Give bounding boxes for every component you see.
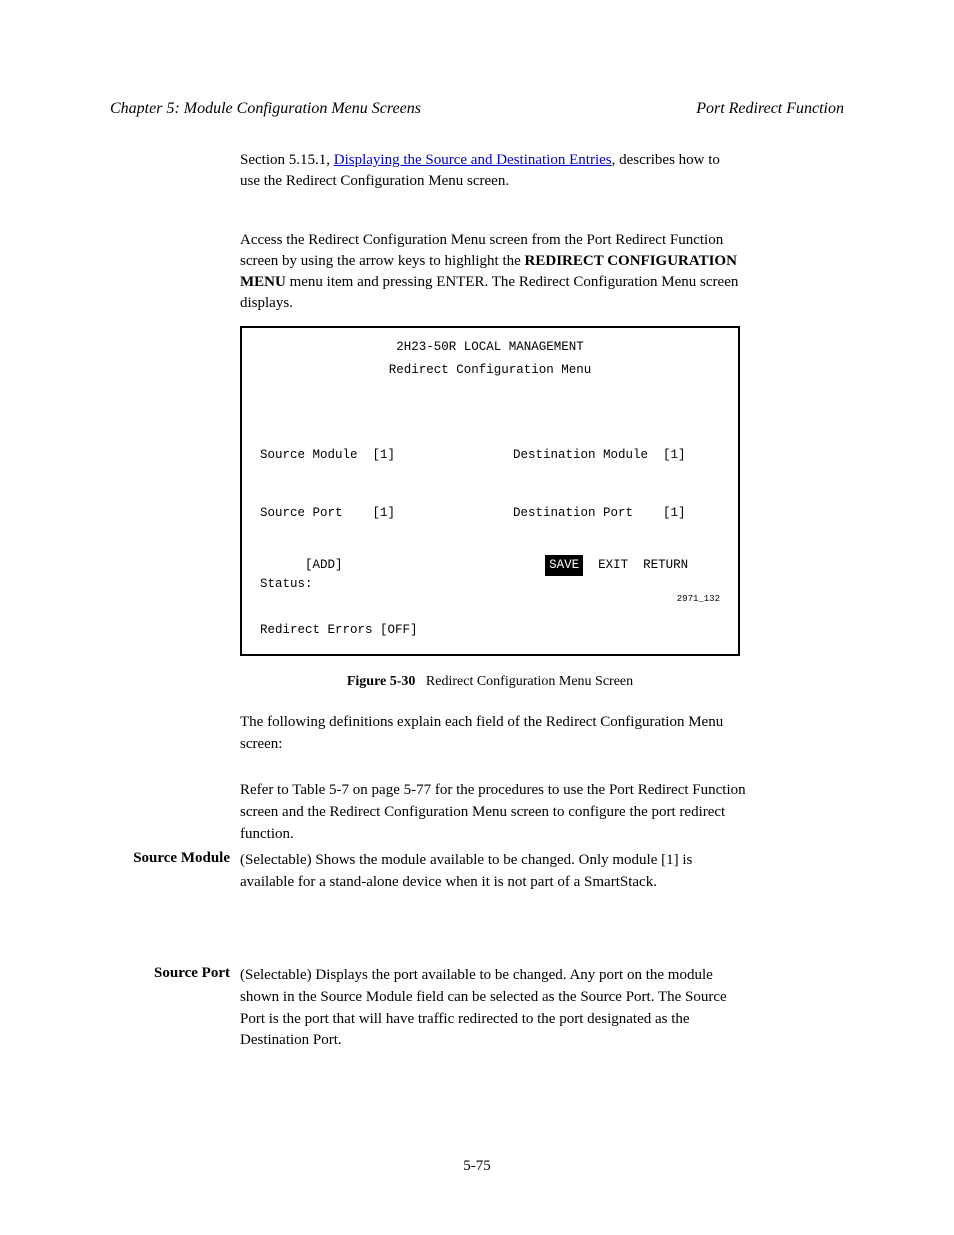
body-p2: Refer to Table 5-7 on page 5-77 for the … [240,780,750,845]
access-suffix: menu item and pressing ENTER. The Redire… [240,274,738,311]
access-paragraph: Access the Redirect Configuration Menu s… [240,230,740,314]
save-button[interactable]: SAVE [545,555,583,576]
header-right: Port Redirect Function [696,100,844,118]
screen-dest-port: Destination Port [1] [513,504,720,523]
footer-add: [ADD] [305,558,343,572]
footer-ref: 2971_132 [260,593,720,607]
intro-paragraph: Section 5.15.1, Displaying the Source an… [240,150,740,192]
side-heading-source-module: Source Module [110,850,230,867]
figure-title: Redirect Configuration Menu Screen [426,674,633,689]
side-heading-source-port: Source Port [110,965,230,982]
screen-source-port: Source Port [1] [260,504,513,523]
figure-number: Figure 5-30 [347,674,416,689]
screen-footer: [ADD] SAVE EXIT RETURN 2971_132 [260,535,720,646]
screen-dest-module: Destination Module [1] [513,446,720,465]
screen-title: 2H23-50R LOCAL MANAGEMENT [260,338,720,357]
figure-caption: Figure 5-30 Redirect Configuration Menu … [240,674,740,690]
body-p1: The following definitions explain each f… [240,712,750,756]
intro-prefix: Section 5.15.1, [240,152,334,168]
side-body-source-port: (Selectable) Displays the port available… [240,965,750,1052]
screen-source-module: Source Module [1] [260,446,513,465]
intro-link[interactable]: Displaying the Source and Destination En… [334,152,612,168]
page-number: 5-75 [0,1158,954,1175]
side-body-source-module: (Selectable) Shows the module available … [240,850,750,894]
header-left: Chapter 5: Module Configuration Menu Scr… [110,100,421,117]
footer-exit: EXIT [598,558,628,572]
terminal-screen: 2H23-50R LOCAL MANAGEMENT Redirect Confi… [240,326,740,656]
footer-return: RETURN [643,558,688,572]
screen-subtitle: Redirect Configuration Menu [260,361,720,380]
